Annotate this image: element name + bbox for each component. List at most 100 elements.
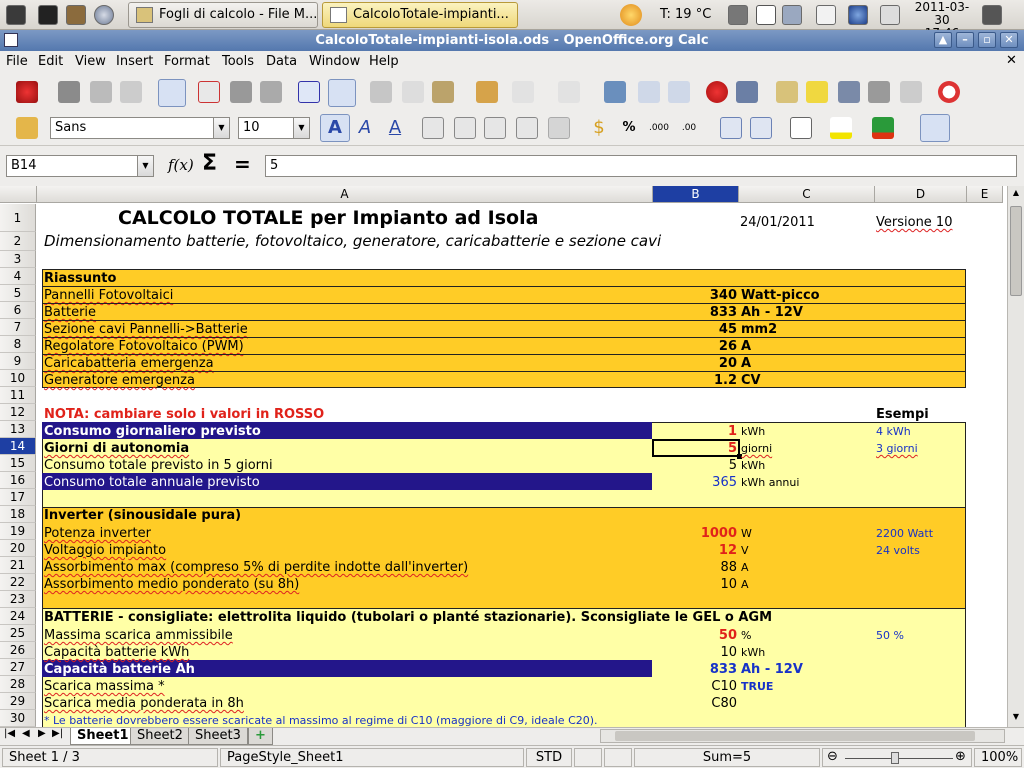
row-header[interactable]: 30 (0, 710, 36, 727)
row-header[interactable]: 23 (0, 591, 36, 608)
zoom-out-icon[interactable]: ⊖ (827, 749, 838, 764)
gallery-icon[interactable] (838, 81, 860, 103)
page-preview-icon[interactable] (260, 81, 282, 103)
window-up-icon[interactable]: ▲ (934, 32, 952, 48)
consumption-value[interactable]: 5 (653, 440, 737, 457)
row-header[interactable]: 1 (0, 204, 36, 232)
status-page-style[interactable]: PageStyle_Sheet1 (220, 748, 524, 767)
menu-insert[interactable]: Insert (116, 54, 153, 69)
menu-help[interactable]: Help (369, 54, 399, 69)
bold-icon[interactable]: A (320, 114, 350, 142)
datasources-icon[interactable] (868, 81, 890, 103)
menu-format[interactable]: Format (164, 54, 210, 69)
function-wizard-icon[interactable]: f(x) (168, 156, 194, 174)
sum-icon[interactable]: Σ (202, 151, 217, 176)
row-header[interactable]: 5 (0, 285, 36, 302)
chart-monitor-icon[interactable] (756, 5, 776, 25)
inverter-value[interactable]: 12 (653, 542, 737, 559)
row-header[interactable]: 2 (0, 232, 36, 251)
hyperlink-icon[interactable] (604, 81, 626, 103)
row-header[interactable]: 9 (0, 353, 36, 370)
help-icon[interactable] (938, 81, 960, 103)
row-header[interactable]: 4 (0, 268, 36, 285)
task-calc[interactable]: CalcoloTotale-impianti... (322, 2, 518, 28)
inverter-value[interactable]: 1000 (653, 525, 737, 542)
row-header[interactable]: 6 (0, 302, 36, 319)
menu-edit[interactable]: Edit (38, 54, 63, 69)
first-sheet-icon[interactable]: |◀ (4, 728, 15, 739)
formula-input[interactable]: 5 (265, 155, 1017, 177)
maximize-button[interactable]: ▫ (978, 32, 996, 48)
window-app-icon[interactable] (4, 33, 18, 47)
zoom-slider[interactable]: ⊖ ⊕ (822, 748, 972, 767)
align-left-icon[interactable] (422, 117, 444, 139)
sort-ascending-icon[interactable] (638, 81, 660, 103)
chevron-down-icon[interactable]: ▼ (293, 118, 309, 138)
row-header[interactable]: 29 (0, 693, 36, 710)
redo-icon[interactable] (558, 81, 580, 103)
row-header[interactable]: 8 (0, 336, 36, 353)
horizontal-scroll-thumb[interactable] (615, 731, 975, 741)
row-header[interactable]: 13 (0, 421, 36, 438)
italic-icon[interactable]: A (354, 117, 376, 139)
tab-sheet2[interactable]: Sheet2 (130, 728, 190, 745)
spreadsheet-grid[interactable]: A B C D E 1 2 3 4 5 6 7 8 9 10 11 12 13 14 15 16 17 18 1… (0, 186, 1024, 727)
function-equals-icon[interactable]: = (234, 152, 251, 176)
chevron-down-icon[interactable]: ▼ (213, 118, 229, 138)
browser-icon[interactable] (94, 5, 114, 25)
row-header[interactable]: 25 (0, 625, 36, 642)
menu-window[interactable]: Window (309, 54, 360, 69)
undo-icon[interactable] (512, 81, 534, 103)
underline-icon[interactable]: A (384, 117, 406, 139)
new-document-icon[interactable] (16, 81, 38, 103)
zoom-thumb[interactable] (891, 752, 899, 764)
weather-sun-icon[interactable] (620, 4, 642, 26)
globe-icon[interactable] (848, 5, 868, 25)
camera-icon[interactable] (880, 5, 900, 25)
zoom-in-icon[interactable]: ⊕ (955, 749, 966, 764)
select-all-corner[interactable] (0, 186, 37, 203)
align-right-icon[interactable] (484, 117, 506, 139)
tab-sheet1[interactable]: Sheet1 (70, 728, 136, 745)
background-color-icon[interactable] (830, 117, 852, 139)
app-menu-icon[interactable] (6, 5, 26, 25)
consumption-value[interactable]: 1 (653, 423, 737, 440)
task-file-manager[interactable]: Fogli di calcolo - File M... (128, 2, 318, 28)
row-header[interactable]: 18 (0, 506, 36, 523)
vertical-scrollbar[interactable]: ▲ ▼ (1007, 186, 1024, 727)
row-header[interactable]: 21 (0, 557, 36, 574)
email-icon[interactable] (120, 81, 142, 103)
add-sheet-icon[interactable]: + (248, 728, 273, 745)
open-icon[interactable] (58, 81, 80, 103)
row-header[interactable]: 14 (0, 438, 36, 455)
document-icon[interactable] (816, 5, 836, 25)
row-header[interactable]: 12 (0, 404, 36, 421)
close-window-button[interactable]: ✕ (1000, 32, 1018, 48)
row-header[interactable]: 27 (0, 659, 36, 676)
increase-indent-icon[interactable] (750, 117, 772, 139)
percent-icon[interactable]: % (618, 117, 640, 139)
justify-icon[interactable] (516, 117, 538, 139)
edit-file-icon[interactable] (158, 79, 186, 107)
column-header-d[interactable]: D (875, 186, 967, 203)
battery-value[interactable]: 50 (653, 627, 737, 644)
row-header[interactable]: 20 (0, 540, 36, 557)
vertical-scroll-thumb[interactable] (1010, 206, 1022, 296)
cut-icon[interactable] (370, 81, 392, 103)
status-zoom-level[interactable]: 100% (974, 748, 1022, 767)
zoom-icon[interactable] (900, 81, 922, 103)
navigator-icon[interactable] (806, 81, 828, 103)
row-header[interactable]: 3 (0, 251, 36, 268)
paste-icon[interactable] (432, 81, 454, 103)
tools-icon[interactable] (66, 5, 86, 25)
spelling-icon[interactable] (298, 81, 320, 103)
terminal-icon[interactable] (38, 5, 58, 25)
prev-sheet-icon[interactable]: ◀ (22, 728, 30, 739)
row-header[interactable]: 19 (0, 523, 36, 540)
number-format-icon[interactable]: .000 (648, 117, 670, 139)
chart-icon[interactable] (706, 81, 728, 103)
copy-icon[interactable] (402, 81, 424, 103)
merge-cells-icon[interactable] (548, 117, 570, 139)
row-header[interactable]: 17 (0, 489, 36, 506)
last-sheet-icon[interactable]: ▶| (52, 728, 63, 739)
